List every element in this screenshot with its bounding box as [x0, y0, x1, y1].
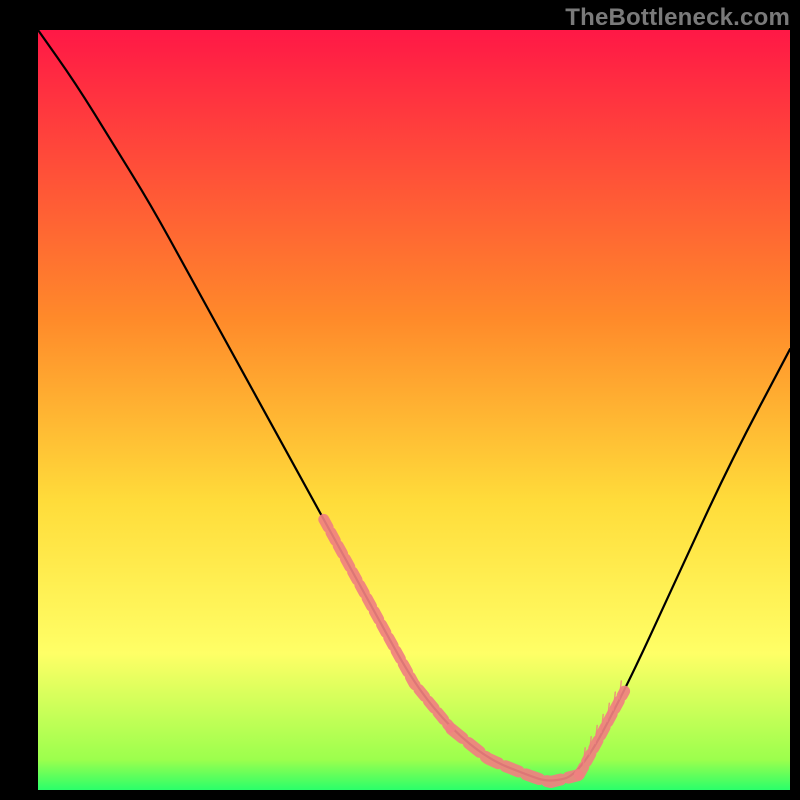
bottleneck-chart — [0, 0, 800, 800]
chart-frame: TheBottleneck.com — [0, 0, 800, 800]
